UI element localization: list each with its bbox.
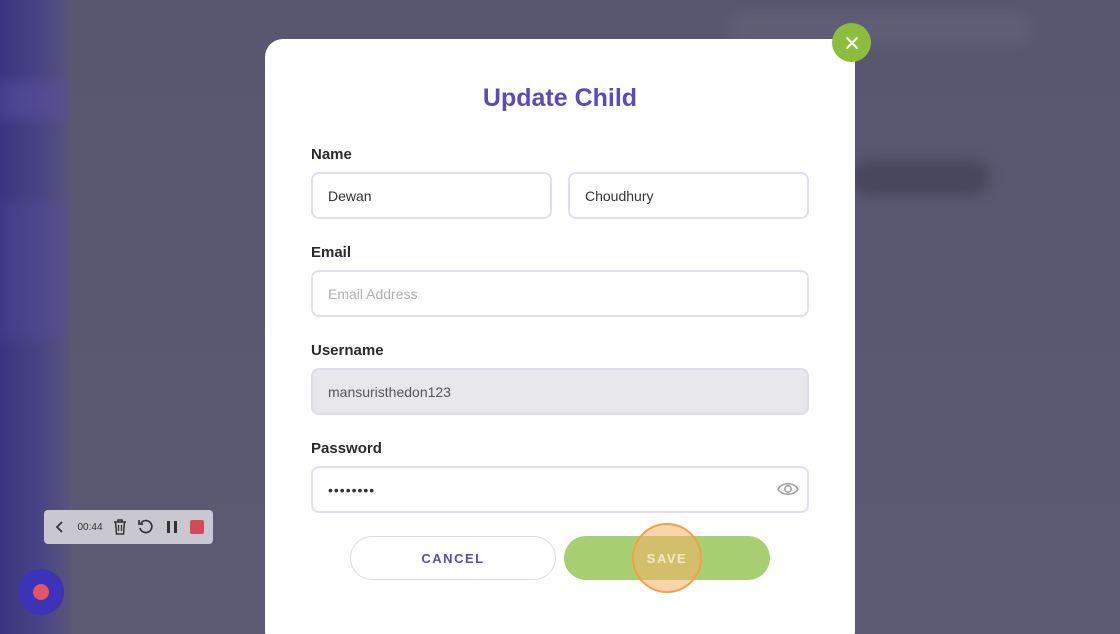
pause-icon[interactable] bbox=[164, 519, 179, 535]
record-dot-icon bbox=[33, 584, 49, 600]
trash-icon[interactable] bbox=[113, 519, 128, 535]
eye-icon[interactable] bbox=[777, 480, 799, 498]
first-name-input[interactable]: Dewan bbox=[311, 172, 552, 219]
password-label: Password bbox=[311, 440, 382, 457]
email-input[interactable]: Email Address bbox=[311, 270, 809, 317]
last-name-input[interactable]: Choudhury bbox=[568, 172, 809, 219]
cancel-button[interactable]: CANCEL bbox=[350, 536, 556, 580]
screen-recorder-toolbar: 00:44 bbox=[44, 510, 213, 544]
recording-time: 00:44 bbox=[77, 521, 103, 533]
name-label: Name bbox=[311, 146, 352, 163]
save-button-label: SAVE bbox=[646, 550, 688, 566]
restart-icon[interactable] bbox=[138, 519, 154, 535]
chevron-left-icon[interactable] bbox=[52, 519, 67, 535]
close-icon bbox=[845, 36, 858, 49]
username-input: mansuristhedon123 bbox=[311, 368, 809, 415]
background-button bbox=[850, 160, 990, 196]
password-input[interactable]: •••••••• bbox=[311, 466, 809, 513]
modal-title: Update Child bbox=[482, 84, 638, 112]
record-button[interactable] bbox=[18, 569, 64, 615]
email-label: Email bbox=[311, 244, 352, 261]
stop-icon[interactable] bbox=[189, 519, 205, 535]
close-button[interactable] bbox=[832, 23, 871, 62]
username-label: Username bbox=[311, 342, 384, 359]
